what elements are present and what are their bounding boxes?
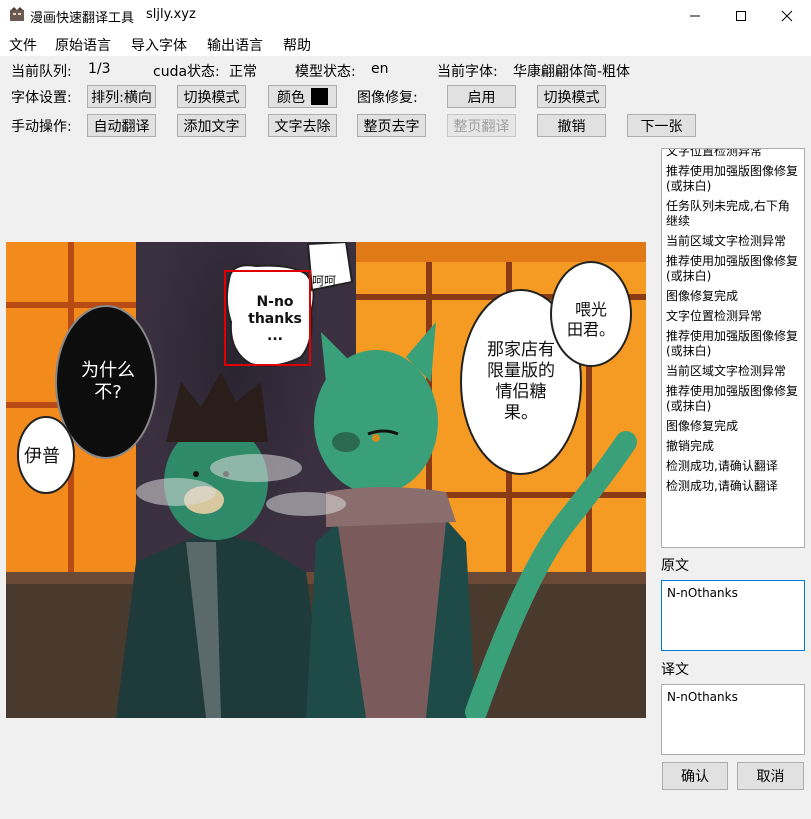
close-icon	[781, 10, 793, 22]
font-switch-mode-button[interactable]: 切换模式	[177, 85, 246, 108]
model-label: 模型状态:	[295, 64, 356, 80]
log-item[interactable]: 图像修复完成	[662, 287, 804, 307]
font-settings-row: 字体设置: 排列:横向 切换模式 颜色 图像修复: 启用 切换模式	[0, 83, 811, 109]
manual-ops-row: 手动操作: 自动翻译 添加文字 文字去除 整页去字 整页翻译 撤销 下一张	[0, 112, 811, 138]
remove-text-button[interactable]: 文字去除	[268, 114, 337, 137]
close-button[interactable]	[764, 0, 810, 32]
next-image-button[interactable]: 下一张	[627, 114, 696, 137]
title-bar: 漫画快速翻译工具 sljly.xyz	[0, 0, 811, 32]
minimize-icon	[690, 15, 700, 17]
add-text-button[interactable]: 添加文字	[177, 114, 246, 137]
original-text-label: 原文	[661, 558, 689, 574]
log-item[interactable]: 图像修复完成	[662, 417, 804, 437]
bubble-right-large-line-1: 那家店有	[487, 340, 555, 360]
log-item[interactable]: 检测成功,请确认翻译	[662, 457, 804, 477]
menu-import-font[interactable]: 导入字体	[131, 35, 187, 55]
page-remove-text-button[interactable]: 整页去字	[357, 114, 426, 137]
comic-image-canvas[interactable]: N-no thanks ... 呵呵 为什么 不? 伊普 那家店有 限量版的 情…	[6, 242, 646, 718]
layout-button[interactable]: 排列:横向	[87, 85, 156, 108]
log-item[interactable]: 文字位置检测异常	[662, 149, 804, 162]
menu-file[interactable]: 文件	[9, 35, 37, 55]
log-item[interactable]: 文字位置检测异常	[662, 307, 804, 327]
undo-button[interactable]: 撤销	[537, 114, 606, 137]
log-item[interactable]: 任务队列未完成,右下角继续	[662, 197, 804, 232]
bubble-left-bottom-text: 伊普	[24, 446, 60, 467]
queue-value: 1/3	[88, 61, 111, 77]
log-item[interactable]: 推荐使用加强版图像修复(或抹白)	[662, 252, 804, 287]
cuda-value: 正常	[229, 64, 257, 80]
log-panel[interactable]: 文字位置检测异常 推荐使用加强版图像修复(或抹白) 任务队列未完成,右下角继续 当前区…	[661, 148, 805, 548]
color-button-label: 颜色	[277, 89, 305, 106]
bubble-right-top-line-1: 喂光	[574, 300, 607, 319]
page-translate-button[interactable]: 整页翻译	[447, 114, 516, 137]
translation-text-label: 译文	[661, 662, 689, 678]
inpaint-label: 图像修复:	[357, 90, 418, 106]
log-item[interactable]: 推荐使用加强版图像修复(或抹白)	[662, 162, 804, 197]
bubble-right-large-line-3: 情侣糖	[495, 382, 547, 402]
bubble-left-top-line-1: 为什么	[81, 360, 135, 381]
bubble-left-top-text: 为什么 不?	[72, 360, 144, 404]
app-icon	[10, 7, 24, 21]
maximize-icon	[736, 11, 746, 21]
bubble-small-text: 呵呵	[312, 274, 337, 288]
bubble-right-top-line-2: 田君。	[566, 320, 615, 339]
original-text-input[interactable]: N-nOthanks	[661, 580, 805, 651]
translation-text-input[interactable]: N-nOthanks	[661, 684, 805, 755]
minimize-button[interactable]	[672, 0, 718, 32]
window-subtitle: sljly.xyz	[146, 7, 196, 22]
menu-source-language[interactable]: 原始语言	[55, 35, 111, 55]
bubble-right-large-line-2: 限量版的	[487, 361, 555, 381]
log-list: 文字位置检测异常 推荐使用加强版图像修复(或抹白) 任务队列未完成,右下角继续 当前区…	[662, 149, 804, 497]
menu-output-language[interactable]: 输出语言	[207, 35, 263, 55]
log-item[interactable]: 当前区域文字检测异常	[662, 232, 804, 252]
selected-text-region[interactable]	[224, 270, 311, 366]
bubble-right-top-text: 喂光 田君。	[562, 300, 620, 340]
log-item[interactable]: 当前区域文字检测异常	[662, 362, 804, 382]
cuda-label: cuda状态:	[153, 64, 220, 80]
log-item[interactable]: 推荐使用加强版图像修复(或抹白)	[662, 382, 804, 417]
model-value: en	[371, 61, 389, 77]
cancel-button[interactable]: 取消	[737, 762, 804, 790]
auto-translate-button[interactable]: 自动翻译	[87, 114, 156, 137]
font-value: 华康翩翩体简-粗体	[513, 64, 631, 80]
menu-bar: 文件 原始语言 导入字体 输出语言 帮助	[0, 32, 811, 56]
log-item[interactable]: 检测成功,请确认翻译	[662, 477, 804, 497]
color-button[interactable]: 颜色	[268, 85, 337, 108]
bubble-right-large-line-4: 果。	[504, 403, 538, 423]
menu-help[interactable]: 帮助	[283, 35, 311, 55]
queue-label: 当前队列:	[11, 64, 72, 80]
status-row: 当前队列: 1/3 cuda状态: 正常 模型状态: en 当前字体: 华康翩翩…	[0, 57, 811, 83]
bubble-right-large-text: 那家店有 限量版的 情侣糖 果。	[476, 340, 566, 424]
bubble-left-top-line-2: 不?	[94, 382, 122, 403]
inpaint-enable-button[interactable]: 启用	[447, 85, 516, 108]
manual-ops-label: 手动操作:	[11, 119, 72, 135]
inpaint-switch-mode-button[interactable]: 切换模式	[537, 85, 606, 108]
font-label: 当前字体:	[437, 64, 498, 80]
log-item[interactable]: 推荐使用加强版图像修复(或抹白)	[662, 327, 804, 362]
color-swatch	[311, 88, 328, 105]
font-settings-label: 字体设置:	[11, 90, 72, 106]
confirm-button[interactable]: 确认	[662, 762, 728, 790]
comic-illustration	[6, 242, 646, 718]
window-title: 漫画快速翻译工具	[30, 11, 135, 26]
log-item[interactable]: 撤销完成	[662, 437, 804, 457]
maximize-button[interactable]	[718, 0, 764, 32]
